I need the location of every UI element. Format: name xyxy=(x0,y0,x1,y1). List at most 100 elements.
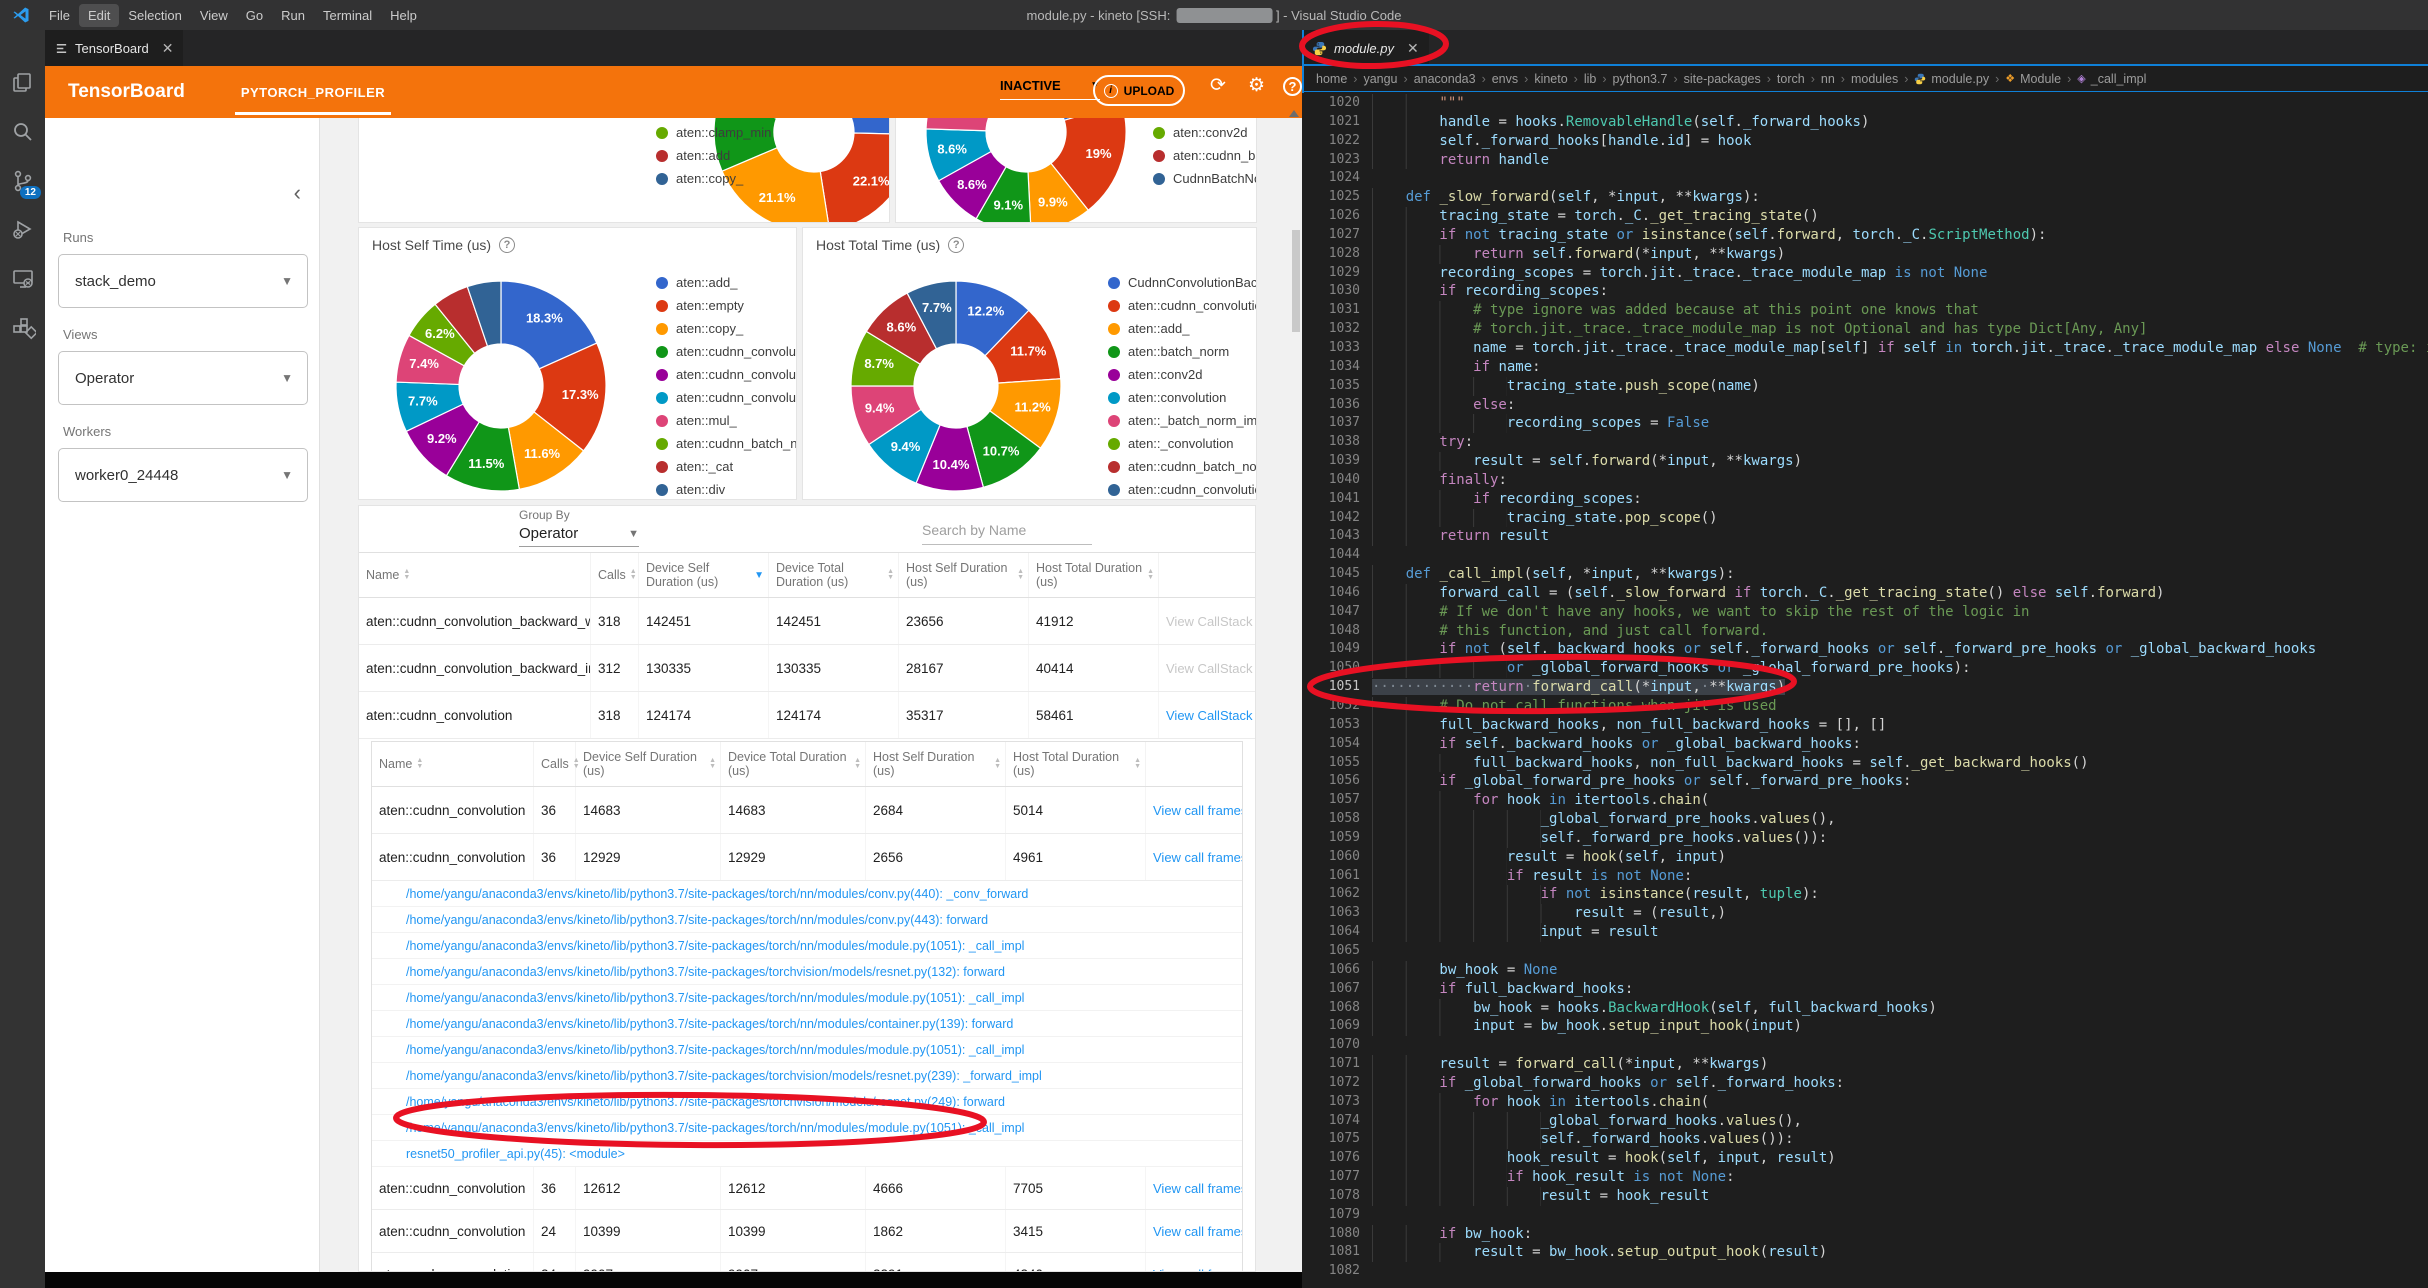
column-header[interactable]: Calls ▲ ▼ xyxy=(534,742,580,786)
column-header[interactable]: Device Total Duration (us) ▲ ▼ xyxy=(769,553,899,597)
breadcrumb-item[interactable]: python3.7 xyxy=(1613,72,1668,86)
legend-item: aten::cudnn_batch_norm xyxy=(1108,455,1256,478)
search-by-name-input[interactable]: Search by Name xyxy=(922,522,1092,545)
callstack-link[interactable]: View call frames xyxy=(1153,1181,1242,1196)
callstack-path-link[interactable]: /home/yangu/anaconda3/envs/kineto/lib/py… xyxy=(372,985,1242,1011)
callstack-path-link[interactable]: /home/yangu/anaconda3/envs/kineto/lib/py… xyxy=(372,881,1242,907)
left-tab-bar: TensorBoard ✕ xyxy=(45,30,1302,66)
svg-text:8.6%: 8.6% xyxy=(957,177,987,192)
breadcrumb-item[interactable]: torch xyxy=(1777,72,1805,86)
callstack-path-link[interactable]: /home/yangu/anaconda3/envs/kineto/lib/py… xyxy=(372,1011,1242,1037)
refresh-icon[interactable]: ⟳ xyxy=(1210,74,1226,97)
upload-button[interactable]: i UPLOAD xyxy=(1093,75,1185,106)
line-number: 1045 xyxy=(1328,566,1360,582)
tab-module-py[interactable]: module.py ✕ xyxy=(1302,30,1429,66)
breadcrumb-item[interactable]: anaconda3 xyxy=(1414,72,1476,86)
column-header[interactable]: Device Self Duration (us) ▲ ▼ xyxy=(576,742,721,786)
explorer-icon[interactable] xyxy=(0,60,45,105)
callstack-link[interactable]: View CallStack xyxy=(1166,708,1252,723)
column-header[interactable]: Host Self Duration (us) ▲ ▼ xyxy=(866,742,1006,786)
breadcrumb-item[interactable]: module.py xyxy=(1914,72,1989,86)
code-line: 1064 input = result xyxy=(1302,923,2428,942)
menu-selection[interactable]: Selection xyxy=(119,4,190,27)
callstack-link[interactable]: View call frames xyxy=(1153,803,1242,818)
code-line: 1036 else: xyxy=(1302,395,2428,415)
code-editor[interactable]: 1020 """ 1021 handle = hooks.RemovableHan… xyxy=(1302,94,2428,1288)
breadcrumb-item[interactable]: nn xyxy=(1821,72,1835,86)
breadcrumb-item[interactable]: yangu xyxy=(1363,72,1397,86)
run-status-dropdown[interactable]: INACTIVE ▼ xyxy=(1000,78,1100,100)
device-total-time-legend: aten::conv2daten::cudnn_batch_norm_b...C… xyxy=(1153,121,1256,190)
callstack-path-link[interactable]: /home/yangu/anaconda3/envs/kineto/lib/py… xyxy=(372,933,1242,959)
column-header[interactable]: Calls ▲ ▼ xyxy=(591,553,639,597)
callstack-subtable: Name ▲ ▼ Calls ▲ ▼ Device Self Duration (us) ▲ ▼… xyxy=(371,741,1243,1271)
callstack-path-link[interactable]: /home/yangu/anaconda3/envs/kineto/lib/py… xyxy=(372,1089,1242,1115)
menu-help[interactable]: Help xyxy=(381,4,426,27)
menu-file[interactable]: File xyxy=(40,4,79,27)
callstack-path-link[interactable]: /home/yangu/anaconda3/envs/kineto/lib/py… xyxy=(372,959,1242,985)
menu-view[interactable]: View xyxy=(191,4,237,27)
help-tooltip-icon[interactable]: ? xyxy=(499,237,516,253)
breadcrumb-item[interactable]: home xyxy=(1316,72,1347,86)
menu-terminal[interactable]: Terminal xyxy=(314,4,381,27)
sort-icons: ▲ ▼ xyxy=(994,757,1001,770)
close-tab-icon[interactable]: ✕ xyxy=(1407,40,1419,57)
search-icon[interactable] xyxy=(0,109,45,154)
tab-pytorch-profiler[interactable]: PYTORCH_PROFILER xyxy=(234,66,392,118)
remote-explorer-icon[interactable] xyxy=(0,256,45,301)
run-debug-icon[interactable] xyxy=(0,207,45,252)
column-header[interactable]: Device Self Duration (us) ▼ xyxy=(639,553,769,597)
close-tab-icon[interactable]: ✕ xyxy=(162,40,174,57)
table-cell: 318 xyxy=(591,598,639,644)
column-header[interactable]: Device Total Duration (us) ▲ ▼ xyxy=(721,742,866,786)
breadcrumb-item[interactable]: site-packages xyxy=(1684,72,1761,86)
workers-select[interactable]: worker0_24448 ▼ xyxy=(58,448,308,502)
runs-select[interactable]: stack_demo ▼ xyxy=(58,254,308,308)
source-control-icon[interactable]: 12 xyxy=(0,158,45,203)
menu-edit[interactable]: Edit xyxy=(78,3,120,27)
webview-scrollbar-thumb[interactable] xyxy=(1292,230,1300,332)
breadcrumb-item[interactable]: ◈ _call_impl xyxy=(2077,72,2146,86)
collapse-sidebar-icon[interactable]: ‹ xyxy=(294,180,301,206)
legend-dot xyxy=(1108,414,1120,427)
scroll-up-arrow-icon[interactable] xyxy=(1289,110,1299,117)
callstack-path-link[interactable]: /home/yangu/anaconda3/envs/kineto/lib/py… xyxy=(372,907,1242,933)
legend-dot xyxy=(1108,437,1120,450)
callstack-path-link-circled[interactable]: /home/yangu/anaconda3/envs/kineto/lib/py… xyxy=(372,1115,1242,1141)
group-by-select[interactable]: Operator ▼ xyxy=(519,522,639,547)
breadcrumb-item[interactable]: envs xyxy=(1492,72,1518,86)
code-line: 1054 if self._backward_hooks or _global_… xyxy=(1302,734,2428,754)
menu-go[interactable]: Go xyxy=(237,4,272,27)
tab-tensorboard[interactable]: TensorBoard ✕ xyxy=(45,30,184,66)
breadcrumb-item[interactable]: ❖ Module xyxy=(2005,72,2061,86)
callstack-path-link[interactable]: /home/yangu/anaconda3/envs/kineto/lib/py… xyxy=(372,1037,1242,1063)
code-line: 1022 self._forward_hooks[handle.id] = ho… xyxy=(1302,131,2428,151)
callstack-path-link[interactable]: resnet50_profiler_api.py(45): <module> xyxy=(372,1141,1242,1167)
extensions-icon[interactable] xyxy=(0,305,45,350)
legend-item: aten::copy_ xyxy=(656,317,796,340)
menu-run[interactable]: Run xyxy=(272,4,314,27)
breadcrumb-item[interactable]: kineto xyxy=(1534,72,1567,86)
breadcrumb-item[interactable]: modules xyxy=(1851,72,1898,86)
svg-text:9.9%: 9.9% xyxy=(1038,195,1068,210)
line-number: 1074 xyxy=(1328,1112,1360,1128)
views-select[interactable]: Operator ▼ xyxy=(58,351,308,405)
column-header[interactable]: Host Total Duration (us) ▲ ▼ xyxy=(1006,742,1146,786)
callstack-link[interactable]: View call frames xyxy=(1153,1224,1242,1239)
breadcrumb[interactable]: home › yangu › anaconda3 › envs › kineto › lib › pyt… xyxy=(1302,66,2428,92)
column-header[interactable]: Name ▲ ▼ xyxy=(372,742,534,786)
code-line: 1056 if _global_forward_pre_hooks or sel… xyxy=(1302,772,2428,792)
column-header[interactable]: Host Self Duration (us) ▲ ▼ xyxy=(899,553,1029,597)
line-number: 1064 xyxy=(1328,924,1360,940)
legend-dot xyxy=(1108,345,1120,358)
line-number: 1069 xyxy=(1328,1018,1360,1034)
help-icon[interactable]: ? xyxy=(1283,75,1302,97)
callstack-path-link[interactable]: /home/yangu/anaconda3/envs/kineto/lib/py… xyxy=(372,1063,1242,1089)
column-header[interactable]: Name ▲ ▼ xyxy=(359,553,591,597)
callstack-link[interactable]: View call frames xyxy=(1153,850,1242,865)
breadcrumb-item[interactable]: lib xyxy=(1584,72,1597,86)
column-header[interactable]: Host Total Duration (us) ▲ ▼ xyxy=(1029,553,1159,597)
code-line: 1046 forward_call = (self._slow_forward … xyxy=(1302,583,2428,603)
gear-icon[interactable]: ⚙ xyxy=(1248,74,1265,97)
help-tooltip-icon[interactable]: ? xyxy=(948,237,965,253)
